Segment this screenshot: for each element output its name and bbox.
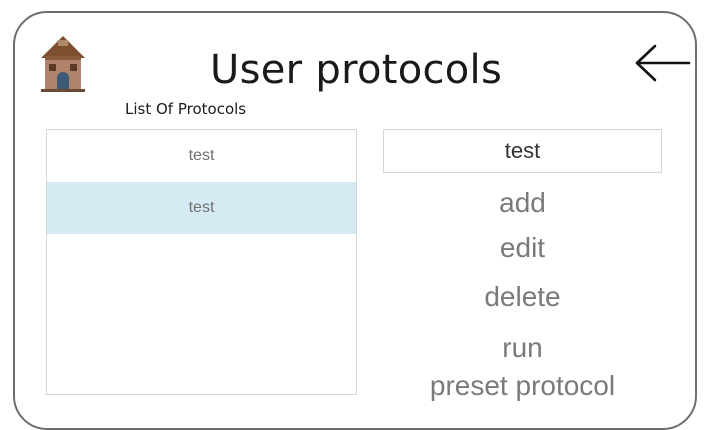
delete-button[interactable]: delete: [383, 283, 662, 311]
protocol-list-heading: List Of Protocols: [125, 100, 247, 118]
protocol-list-item[interactable]: test: [47, 130, 356, 182]
app-window: User protocols List Of Protocols test te…: [13, 11, 697, 430]
arrow-left-icon[interactable]: [633, 43, 691, 83]
protocol-list-item-selected[interactable]: test: [47, 182, 356, 234]
run-button-label-line1: run: [502, 332, 543, 363]
home-icon[interactable]: [37, 34, 89, 94]
protocol-list[interactable]: test test: [46, 129, 357, 395]
run-preset-protocol-button[interactable]: run preset protocol: [383, 329, 662, 405]
add-button[interactable]: add: [383, 189, 662, 217]
edit-button[interactable]: edit: [383, 234, 662, 262]
protocol-name-input[interactable]: [383, 129, 662, 173]
run-button-label-line2: preset protocol: [429, 370, 616, 401]
page-title: User protocols: [210, 47, 503, 93]
